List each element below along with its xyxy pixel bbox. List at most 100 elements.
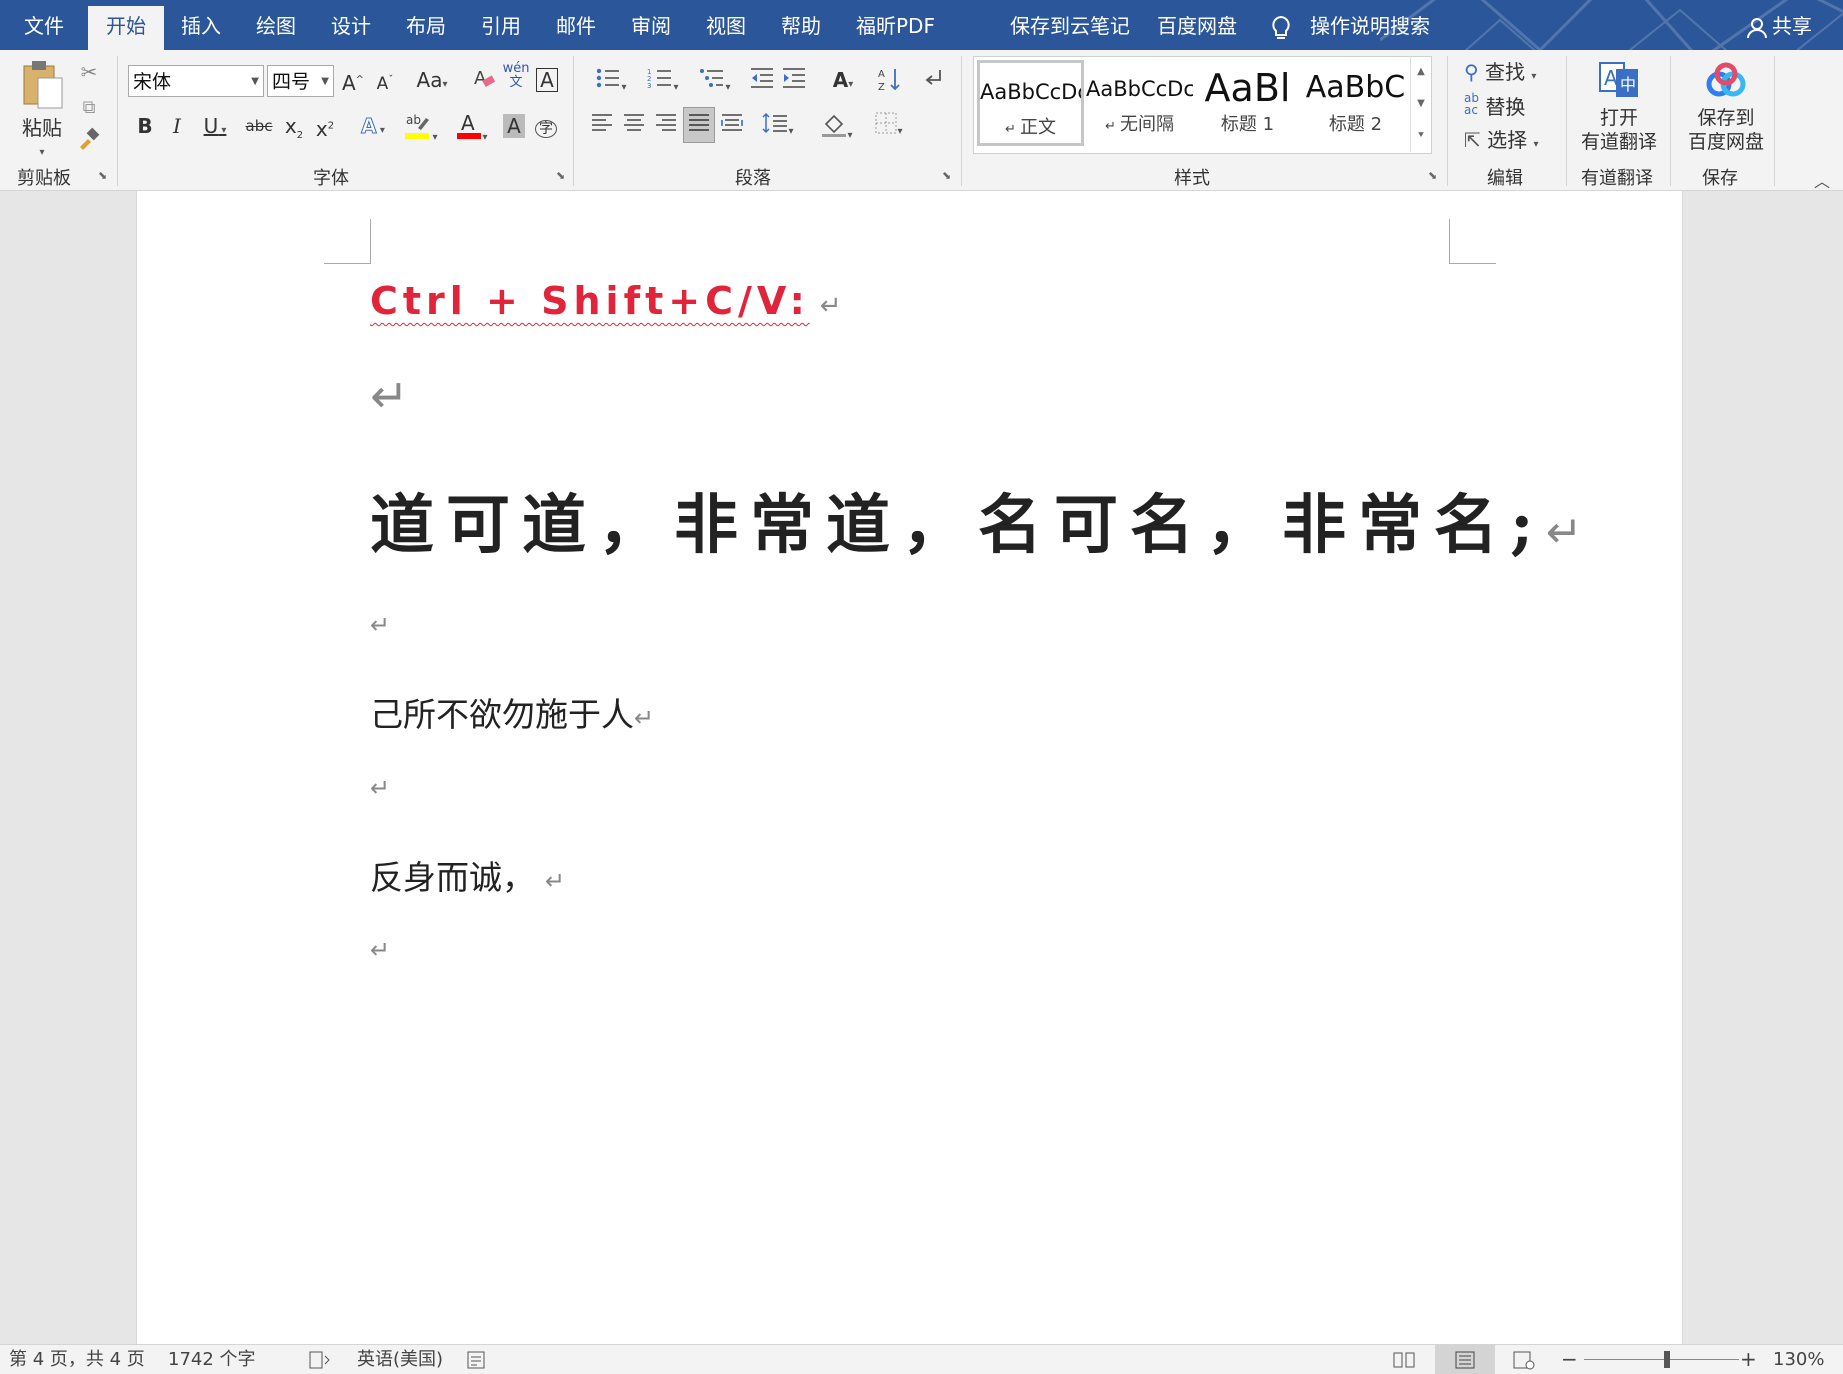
align-center-button[interactable] — [620, 112, 648, 141]
share-button[interactable]: 共享 — [1746, 0, 1812, 50]
tab-insert[interactable]: 插入 — [181, 0, 221, 50]
justify-button[interactable] — [683, 107, 715, 143]
strikethrough-button[interactable]: abc — [244, 112, 274, 140]
doc-line-daodejing[interactable]: 道可道，非常道，名可名，非常名;↵ — [370, 491, 1583, 568]
more-styles-icon[interactable]: ⯆ — [1411, 120, 1431, 152]
select-button[interactable]: ⇱ 选择 ▾ — [1464, 126, 1539, 159]
sort-button[interactable]: AZ — [876, 66, 904, 99]
font-color-button[interactable]: A ▾ — [450, 110, 494, 152]
read-mode-button[interactable] — [1392, 1345, 1416, 1374]
paragraph-dialog-launcher-icon[interactable]: ⬊ — [942, 170, 954, 182]
borders-button[interactable]: ▾ — [866, 112, 912, 146]
zoom-in-button[interactable]: + — [1740, 1345, 1757, 1374]
enclose-characters-button[interactable]: 字 — [532, 112, 560, 143]
tab-baidu-netdisk[interactable]: 百度网盘 — [1157, 0, 1237, 50]
change-case-button[interactable]: Aa▾ — [410, 66, 454, 99]
find-button[interactable]: ⚲ 查找 ▾ — [1464, 58, 1536, 91]
replace-button[interactable]: ab ac 替换 — [1464, 92, 1525, 121]
copy-button[interactable]: ⧉ — [76, 92, 102, 122]
text-effects-button[interactable]: A ▾ — [351, 112, 395, 145]
word-count[interactable]: 1742 个字 — [168, 1345, 256, 1374]
underline-button[interactable]: U ▾ — [195, 112, 235, 145]
font-size-combo[interactable]: 四号 ▼ — [267, 65, 334, 97]
numbering-button[interactable]: 1 2 3 ▾ — [640, 66, 686, 102]
cut-button[interactable]: ✂ — [76, 58, 102, 86]
chevron-down-icon: ▾ — [1533, 139, 1539, 150]
accessibility-icon[interactable] — [467, 1345, 491, 1374]
tab-design[interactable]: 设计 — [331, 0, 371, 50]
bold-button[interactable]: B — [133, 112, 157, 140]
styles-dialog-launcher-icon[interactable]: ⬊ — [1428, 170, 1440, 182]
decrease-indent-button[interactable] — [748, 66, 776, 97]
style-no-spacing[interactable]: AaBbCcDc ↵ 无间隔 — [1086, 60, 1193, 146]
tab-draw[interactable]: 绘图 — [256, 0, 296, 50]
style-heading-2[interactable]: AaBbC 标题 2 — [1302, 60, 1409, 146]
cursor-arrow-icon: ⇱ — [1464, 128, 1481, 152]
svg-text:Z: Z — [878, 82, 885, 92]
document-page[interactable]: Ctrl + Shift+C/V: ↵ ↵ 道可道，非常道，名可名，非常名;↵ ↵… — [136, 191, 1683, 1344]
superscript-button[interactable]: x2 — [311, 112, 339, 143]
doc-line-shortcut[interactable]: Ctrl + Shift+C/V: ↵ — [370, 279, 842, 323]
open-youdao-translate-button[interactable]: A 中 打开 有道翻译 — [1576, 60, 1662, 154]
tab-layout[interactable]: 布局 — [406, 0, 446, 50]
zoom-slider-thumb[interactable] — [1664, 1351, 1671, 1368]
tab-help[interactable]: 帮助 — [781, 0, 821, 50]
tab-view[interactable]: 视图 — [706, 0, 746, 50]
clipboard-dialog-launcher-icon[interactable]: ⬊ — [98, 170, 110, 182]
align-right-button[interactable] — [652, 112, 680, 141]
ribbon-tab-bar: 文件 开始 插入 绘图 设计 布局 引用 邮件 审阅 视图 帮助 福昕PDF 保… — [0, 0, 1843, 50]
highlight-color-button[interactable]: ab ▾ — [398, 110, 444, 152]
distributed-button[interactable] — [718, 112, 746, 141]
subscript-button[interactable]: x2 — [280, 112, 308, 150]
style-normal[interactable]: AaBbCcDc ↵ 正文 — [977, 60, 1084, 146]
shrink-font-button[interactable]: Aˇ — [371, 66, 399, 98]
tab-mailings[interactable]: 邮件 — [556, 0, 596, 50]
paste-icon — [23, 61, 63, 109]
shading-button[interactable]: ▾ — [814, 112, 860, 150]
paste-dropdown-icon[interactable]: ▾ — [14, 139, 70, 167]
divider — [573, 56, 574, 186]
font-dialog-launcher-icon[interactable]: ⬊ — [556, 170, 568, 182]
show-hide-marks-button[interactable] — [918, 66, 946, 97]
grow-font-button[interactable]: A^ — [339, 66, 367, 97]
scroll-up-icon[interactable]: ▲ — [1411, 56, 1431, 88]
paste-button[interactable]: 粘贴 ▾ — [14, 58, 70, 167]
collapse-ribbon-icon[interactable]: ︿ — [1814, 168, 1830, 192]
tab-save-to-cloud-note[interactable]: 保存到云笔记 — [1010, 0, 1130, 50]
character-border-button[interactable]: A — [533, 66, 561, 94]
align-left-button[interactable] — [588, 112, 616, 141]
tab-review[interactable]: 审阅 — [631, 0, 671, 50]
style-heading-1[interactable]: AaBl 标题 1 — [1194, 60, 1301, 146]
character-shading-button[interactable]: A — [500, 112, 528, 140]
clear-formatting-button[interactable]: A — [470, 66, 498, 97]
multilevel-list-button[interactable]: ▾ — [692, 66, 738, 102]
zoom-level[interactable]: 130% — [1773, 1345, 1824, 1374]
line-spacing-button[interactable]: ▾ — [756, 112, 800, 146]
chevron-down-icon: ▾ — [848, 79, 854, 90]
increase-indent-button[interactable] — [780, 66, 808, 97]
tab-foxit-pdf[interactable]: 福昕PDF — [856, 0, 935, 50]
page-count[interactable]: 第 4 页，共 4 页 — [9, 1345, 145, 1374]
language-indicator[interactable]: 英语(美国) — [357, 1345, 443, 1374]
tell-me-search[interactable]: 操作说明搜索 — [1270, 0, 1430, 50]
phonetic-guide-button[interactable]: wén 文 — [502, 62, 530, 90]
tab-file[interactable]: 文件 — [24, 0, 64, 50]
divider — [1670, 56, 1671, 186]
proofing-icon[interactable] — [309, 1345, 333, 1374]
tab-home[interactable]: 开始 — [88, 6, 164, 50]
highlighter-icon: ab — [405, 113, 430, 139]
scroll-down-icon[interactable]: ▼ — [1411, 88, 1431, 120]
chinese-layout-button[interactable]: A▾ — [822, 66, 864, 99]
bullets-button[interactable]: ▾ — [588, 66, 634, 102]
web-layout-button[interactable] — [1512, 1345, 1536, 1374]
tab-references[interactable]: 引用 — [481, 0, 521, 50]
zoom-out-button[interactable]: − — [1561, 1345, 1578, 1374]
save-to-baidu-button[interactable]: 保存到 百度网盘 — [1680, 60, 1772, 154]
doc-line-sincerity[interactable]: 反身而诚， ↵ — [370, 851, 565, 899]
print-layout-button[interactable] — [1435, 1345, 1495, 1374]
doc-line-golden-rule[interactable]: 己所不欲勿施于人↵ — [370, 688, 654, 736]
italic-button[interactable]: I — [165, 112, 189, 140]
font-name-combo[interactable]: 宋体 ▼ — [128, 65, 264, 97]
format-painter-button[interactable] — [76, 126, 102, 157]
zoom-slider-track[interactable] — [1584, 1359, 1739, 1360]
